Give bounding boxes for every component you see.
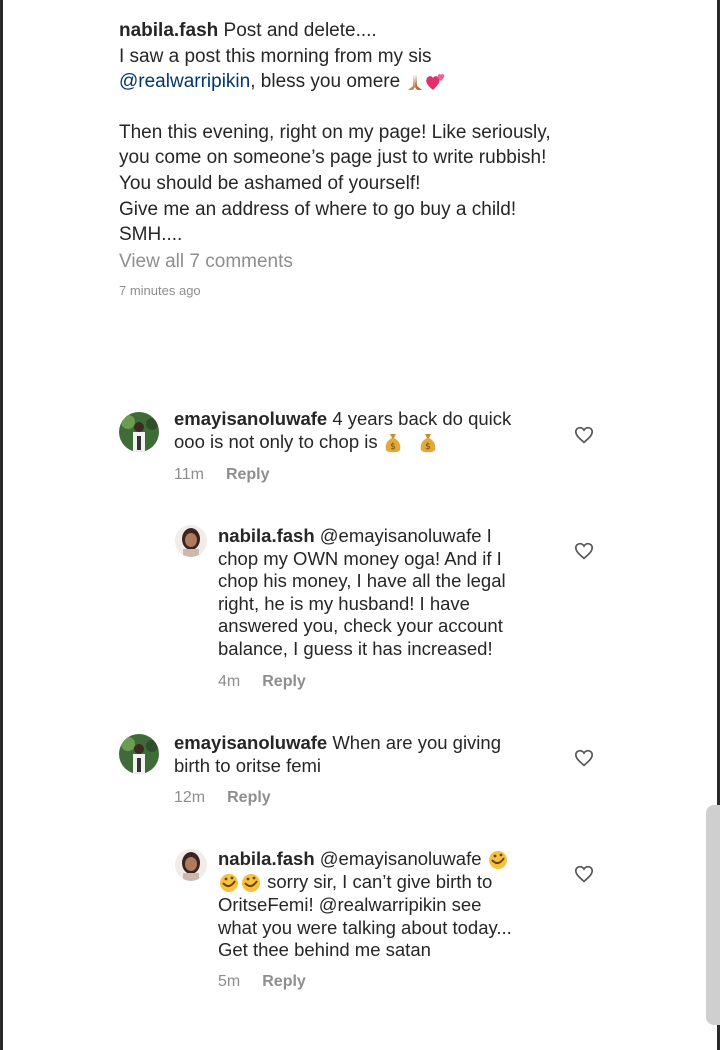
heart-icon[interactable]: [574, 426, 594, 444]
rofl-emoji-icon: [220, 874, 238, 893]
money-bag-icon: $: [385, 433, 401, 452]
comment-time: 4m: [218, 673, 241, 690]
caption-line: you come on someone’s page just to write…: [119, 147, 547, 169]
comment-username[interactable]: nabila.fash: [218, 525, 315, 546]
praying-hands-icon: [408, 74, 423, 91]
post-username[interactable]: nabila.fash: [119, 20, 218, 41]
comment-time: 5m: [218, 973, 241, 990]
comment-text: nabila.fash @emayisanoluwafe I chop my O…: [218, 525, 506, 659]
caption-line: I saw a post this morning from my sis: [119, 45, 432, 67]
heart-icon[interactable]: [574, 865, 594, 883]
comment-meta: 4m Reply: [218, 673, 306, 691]
caption-text: Post and delete....: [223, 20, 377, 41]
mention-link[interactable]: @emayisanoluwafe: [320, 848, 482, 869]
post-caption: nabila.fash Post and delete.... I saw a …: [119, 18, 599, 248]
heart-icon[interactable]: [574, 749, 594, 767]
window-frame-left: [0, 0, 3, 1050]
comment-time: 12m: [174, 789, 206, 806]
comment-meta: 5m Reply: [218, 973, 306, 991]
caption-line: SMH....: [119, 224, 183, 246]
avatar[interactable]: [119, 412, 159, 452]
reply-button[interactable]: Reply: [226, 466, 270, 483]
comment-meta: 11m Reply: [174, 466, 270, 484]
comment-username[interactable]: emayisanoluwafe: [174, 408, 327, 429]
scrollbar-thumb[interactable]: [706, 805, 720, 1025]
heart-icon[interactable]: [574, 542, 594, 560]
comment-text: emayisanoluwafe 4 years back do quick oo…: [174, 408, 512, 452]
avatar[interactable]: [175, 849, 207, 881]
caption-text: , bless you omere: [250, 71, 401, 93]
avatar[interactable]: [175, 525, 207, 557]
money-bag-icon: $: [420, 433, 436, 452]
caption-line: Give me an address of where to go buy a …: [119, 198, 517, 220]
two-hearts-icon: [426, 74, 445, 91]
post-timestamp: 7 minutes ago: [119, 283, 201, 298]
caption-line: You should be ashamed of yourself!: [119, 172, 421, 194]
svg-text:$: $: [390, 442, 396, 452]
comment-text: emayisanoluwafe When are you giving birt…: [174, 732, 501, 776]
avatar[interactable]: [119, 734, 159, 774]
mention-link[interactable]: @realwarripikin: [119, 71, 250, 92]
comment-username[interactable]: nabila.fash: [218, 848, 315, 869]
reply-button[interactable]: Reply: [227, 789, 271, 806]
mention-link[interactable]: @emayisanoluwafe: [320, 525, 482, 546]
mention-link[interactable]: @realwarripikin: [319, 894, 447, 915]
svg-text:$: $: [425, 442, 431, 452]
caption-line: Then this evening, right on my page! Lik…: [119, 121, 551, 143]
comment-time: 11m: [174, 466, 204, 483]
rofl-emoji-icon: [488, 851, 507, 870]
comment-meta: 12m Reply: [174, 789, 271, 807]
view-all-comments-link[interactable]: View all 7 comments: [119, 251, 293, 273]
comment-username[interactable]: emayisanoluwafe: [174, 732, 327, 753]
reply-button[interactable]: Reply: [262, 673, 306, 690]
comment-text: nabila.fash @emayisanoluwafe sorry sir, …: [218, 848, 512, 961]
rofl-emoji-icon: [242, 874, 260, 893]
reply-button[interactable]: Reply: [262, 973, 306, 990]
